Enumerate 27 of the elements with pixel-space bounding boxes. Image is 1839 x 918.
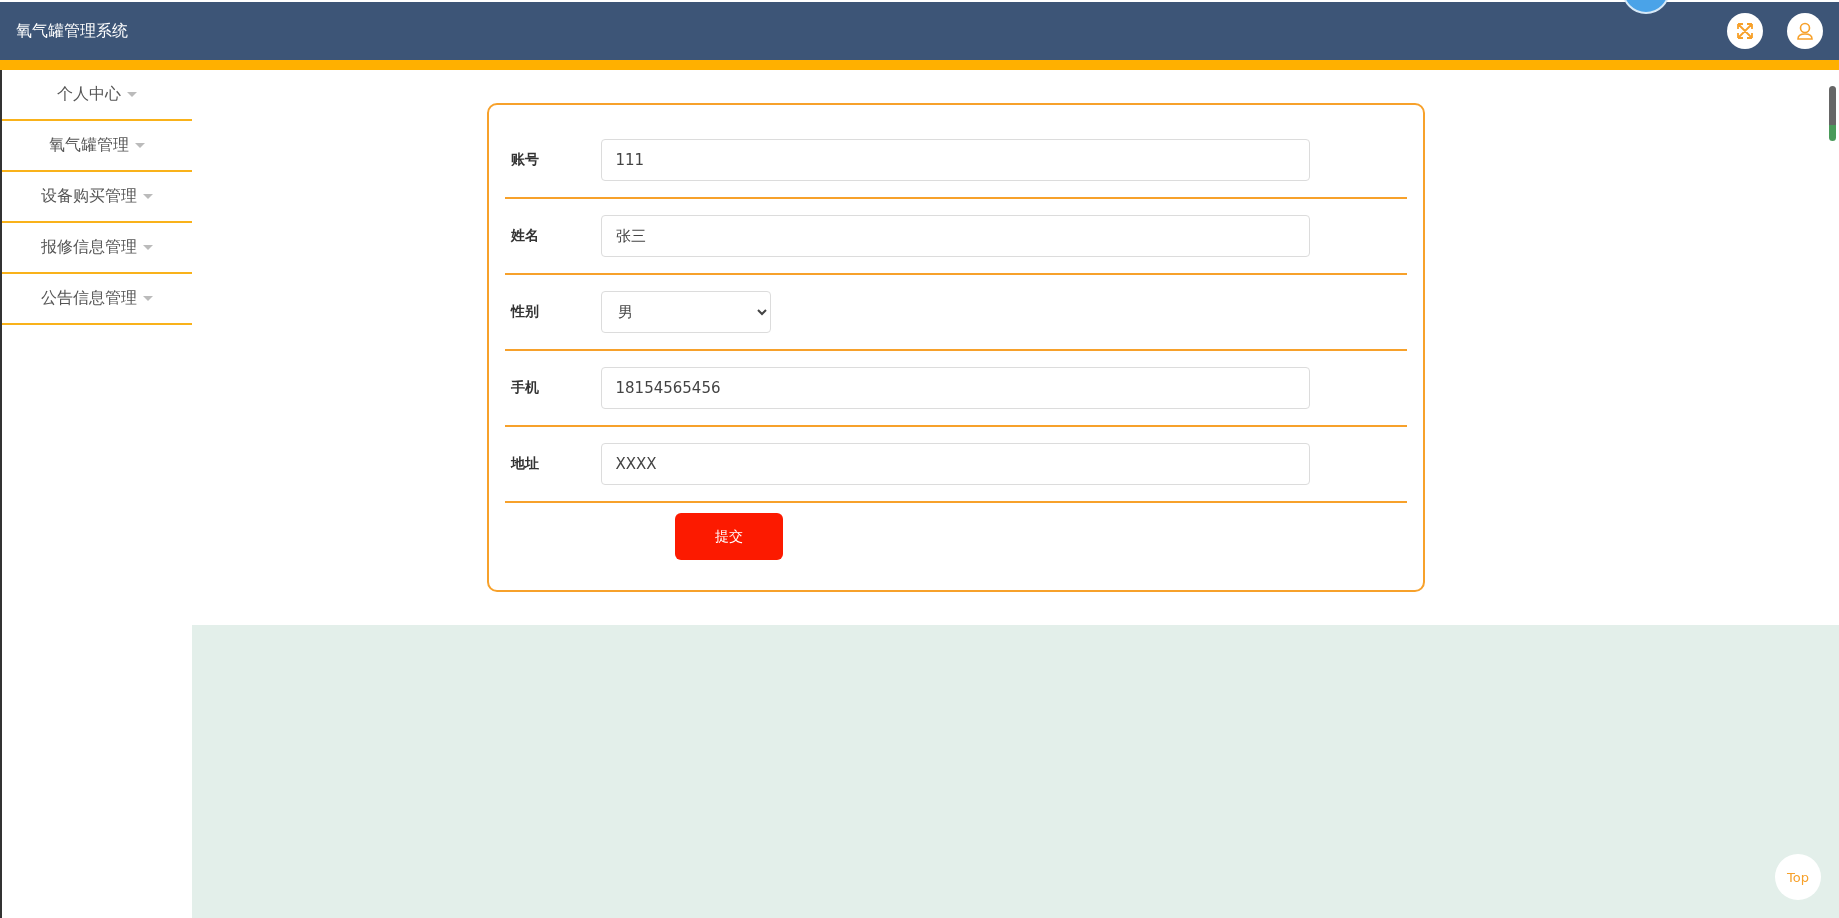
caret-icon xyxy=(143,193,153,200)
app-title: 氧气罐管理系统 xyxy=(16,20,129,42)
user-button[interactable] xyxy=(1787,13,1823,49)
sidebar-item[interactable]: 个人中心 xyxy=(2,70,192,121)
scrollbar[interactable] xyxy=(1829,86,1836,141)
sidebar-item[interactable]: 氧气罐管理 xyxy=(2,121,192,172)
caret-icon xyxy=(135,142,145,149)
input-field[interactable]: 张三 xyxy=(600,215,1310,257)
field-label: 姓名 xyxy=(509,227,540,245)
field-label: 性别 xyxy=(509,303,540,321)
input-field[interactable]: 111 xyxy=(600,139,1310,181)
sidebar-item[interactable]: 公告信息管理 xyxy=(2,274,192,325)
user-icon xyxy=(1795,21,1815,41)
field-label: 手机 xyxy=(509,379,540,397)
input-field[interactable]: XXXX xyxy=(600,443,1310,485)
caret-icon xyxy=(127,91,137,98)
sidebar-item[interactable]: 报修信息管理 xyxy=(2,223,192,274)
expand-icon xyxy=(1735,21,1755,41)
submit-button[interactable]: 提交 xyxy=(674,513,783,560)
fullscreen-button[interactable] xyxy=(1727,13,1763,49)
gender-select[interactable]: 男 xyxy=(600,291,771,333)
caret-icon xyxy=(143,295,153,302)
sidebar-item[interactable]: 设备购买管理 xyxy=(2,172,192,223)
caret-icon xyxy=(143,244,153,251)
input-field[interactable]: 18154565456 xyxy=(600,367,1310,409)
field-label: 地址 xyxy=(509,455,540,473)
field-label: 账号 xyxy=(509,151,540,169)
